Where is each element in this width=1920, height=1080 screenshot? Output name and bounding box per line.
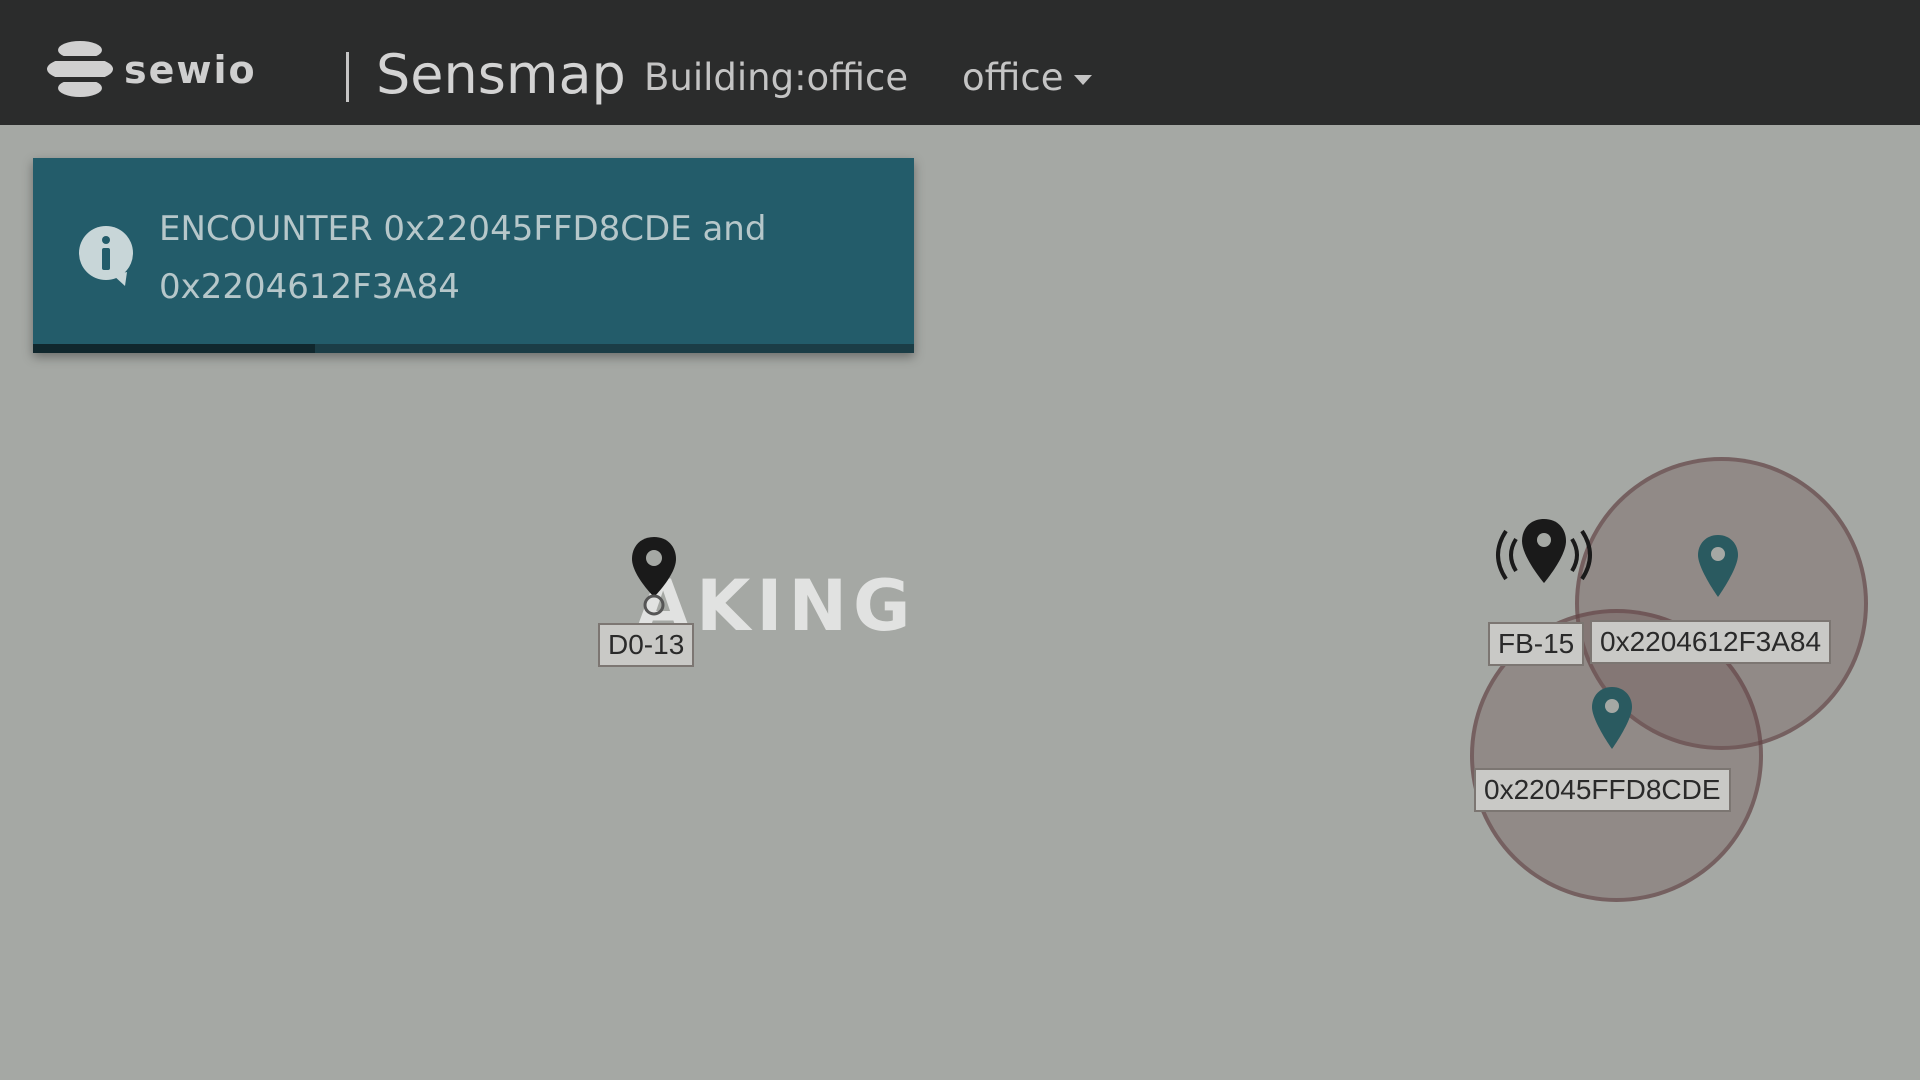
anchor-marker-icon[interactable] [626, 533, 682, 623]
anchor-signal-marker-icon[interactable] [1476, 513, 1612, 613]
tag-marker-icon[interactable] [1588, 683, 1636, 755]
logo-text: sewio [124, 48, 257, 92]
floor-dropdown[interactable]: office [962, 56, 1092, 100]
tag-marker-icon[interactable] [1694, 531, 1742, 603]
floor-map[interactable]: AKING D0-13 FB-15 0x2204612F3A84 0x22045… [0, 125, 1920, 1080]
nav-divider [346, 52, 349, 102]
tag-label-0x2204612f3a84[interactable]: 0x2204612F3A84 [1590, 620, 1832, 664]
floor-dropdown-label: office [962, 56, 1064, 99]
app-title: Sensmap [376, 43, 626, 106]
building-name: Building:office [644, 56, 909, 99]
top-navbar: sewio Sensmap Building:office office [0, 0, 1920, 125]
sewio-logo-icon [46, 41, 114, 97]
anchor-label-d0-13[interactable]: D0-13 [598, 623, 695, 667]
anchor-label-fb-15[interactable]: FB-15 [1488, 622, 1585, 666]
tag-label-0x22045ffd8cde[interactable]: 0x22045FFD8CDE [1474, 768, 1731, 812]
sewio-logo[interactable]: sewio [46, 40, 257, 98]
caret-down-icon [1073, 75, 1092, 85]
